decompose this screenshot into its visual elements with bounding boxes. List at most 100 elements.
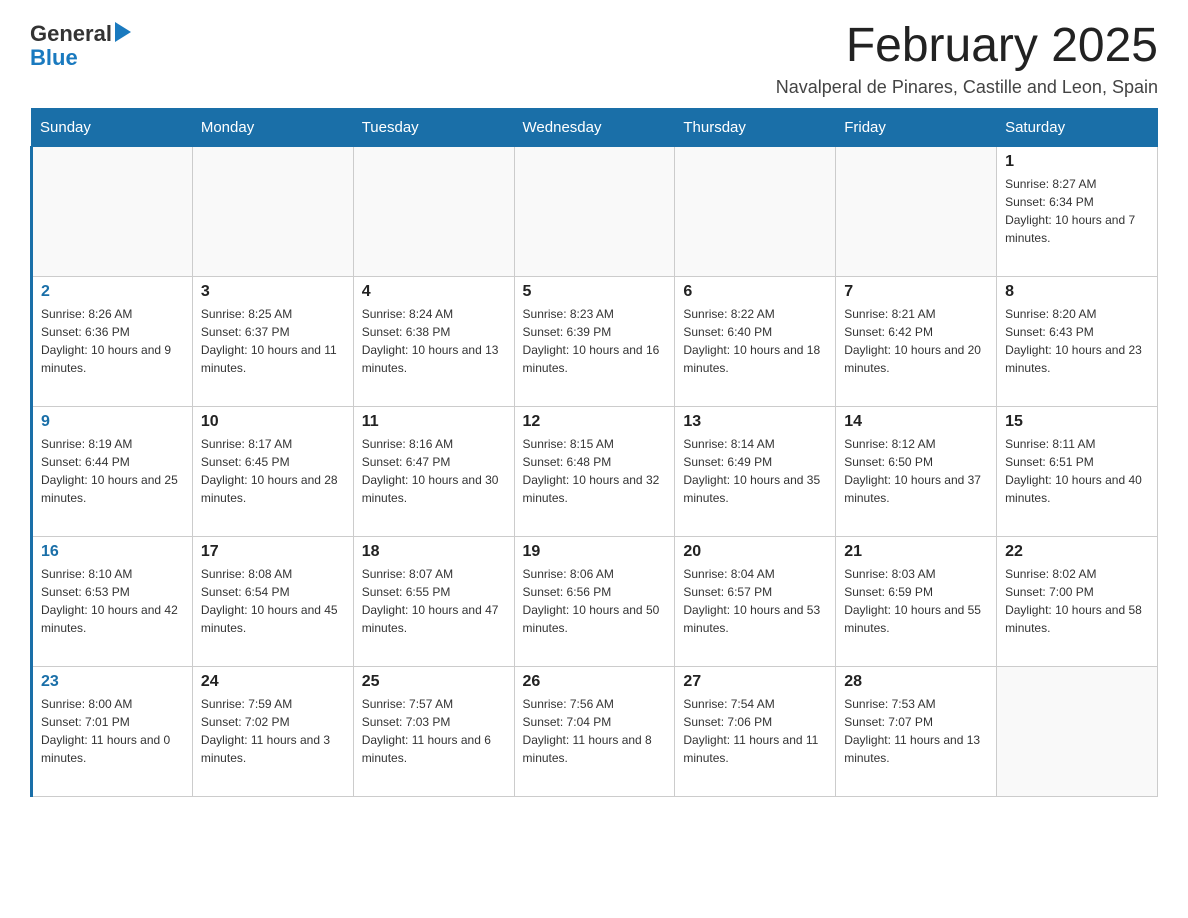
title-section: February 2025 Navalperal de Pinares, Cas… (776, 20, 1158, 98)
week-row-1: 1 Sunrise: 8:27 AMSunset: 6:34 PMDaylight… (32, 146, 1158, 276)
day-number: 1 (1005, 153, 1149, 171)
day-info: Sunrise: 8:24 AMSunset: 6:38 PMDaylight:… (362, 305, 506, 377)
day-info: Sunrise: 8:04 AMSunset: 6:57 PMDaylight:… (683, 565, 827, 637)
day-info: Sunrise: 8:06 AMSunset: 6:56 PMDaylight:… (523, 565, 667, 637)
day-info: Sunrise: 8:19 AMSunset: 6:44 PMDaylight:… (41, 435, 184, 507)
day-info: Sunrise: 8:00 AMSunset: 7:01 PMDaylight:… (41, 695, 184, 767)
calendar-cell: 13 Sunrise: 8:14 AMSunset: 6:49 PMDayligh… (675, 406, 836, 536)
day-number: 18 (362, 543, 506, 561)
day-number: 10 (201, 413, 345, 431)
day-info: Sunrise: 8:14 AMSunset: 6:49 PMDaylight:… (683, 435, 827, 507)
day-number: 20 (683, 543, 827, 561)
calendar-cell: 19 Sunrise: 8:06 AMSunset: 6:56 PMDayligh… (514, 536, 675, 666)
day-info: Sunrise: 8:21 AMSunset: 6:42 PMDaylight:… (844, 305, 988, 377)
calendar-cell: 24Sunrise: 7:59 AMSunset: 7:02 PMDayligh… (192, 666, 353, 796)
day-info: Sunrise: 7:56 AMSunset: 7:04 PMDaylight:… (523, 695, 667, 767)
calendar-cell: 7 Sunrise: 8:21 AMSunset: 6:42 PMDaylight… (836, 276, 997, 406)
day-info: Sunrise: 7:53 AMSunset: 7:07 PMDaylight:… (844, 695, 988, 767)
day-info: Sunrise: 8:08 AMSunset: 6:54 PMDaylight:… (201, 565, 345, 637)
day-info: Sunrise: 8:15 AMSunset: 6:48 PMDaylight:… (523, 435, 667, 507)
day-number: 28 (844, 673, 988, 691)
day-info: Sunrise: 8:22 AMSunset: 6:40 PMDaylight:… (683, 305, 827, 377)
page-header: General Blue February 2025 Navalperal de… (30, 20, 1158, 98)
day-number: 21 (844, 543, 988, 561)
logo-text-general: General (30, 23, 112, 45)
day-number: 27 (683, 673, 827, 691)
calendar-cell: 5Sunrise: 8:23 AMSunset: 6:39 PMDaylight… (514, 276, 675, 406)
day-number: 23 (41, 673, 184, 691)
day-info: Sunrise: 8:10 AMSunset: 6:53 PMDaylight:… (41, 565, 184, 637)
calendar-cell: 25Sunrise: 7:57 AMSunset: 7:03 PMDayligh… (353, 666, 514, 796)
logo-text-blue: Blue (30, 45, 78, 70)
calendar-cell: 27 Sunrise: 7:54 AMSunset: 7:06 PMDayligh… (675, 666, 836, 796)
calendar-header: SundayMondayTuesdayWednesdayThursdayFrid… (32, 108, 1158, 146)
day-number: 13 (683, 413, 827, 431)
day-number: 26 (523, 673, 667, 691)
day-number: 9 (41, 413, 184, 431)
day-number: 12 (523, 413, 667, 431)
day-number: 19 (523, 543, 667, 561)
day-info: Sunrise: 8:25 AMSunset: 6:37 PMDaylight:… (201, 305, 345, 377)
day-number: 5 (523, 283, 667, 301)
day-number: 25 (362, 673, 506, 691)
calendar-cell: 6 Sunrise: 8:22 AMSunset: 6:40 PMDaylight… (675, 276, 836, 406)
day-info: Sunrise: 8:26 AMSunset: 6:36 PMDaylight:… (41, 305, 184, 377)
day-number: 17 (201, 543, 345, 561)
calendar-cell: 26 Sunrise: 7:56 AMSunset: 7:04 PMDayligh… (514, 666, 675, 796)
day-header-sunday: Sunday (32, 108, 193, 146)
calendar-cell: 16 Sunrise: 8:10 AMSunset: 6:53 PMDayligh… (32, 536, 193, 666)
calendar-cell: 3 Sunrise: 8:25 AMSunset: 6:37 PMDaylight… (192, 276, 353, 406)
day-number: 2 (41, 283, 184, 301)
day-header-wednesday: Wednesday (514, 108, 675, 146)
calendar-cell: 22Sunrise: 8:02 AMSunset: 7:00 PMDayligh… (997, 536, 1158, 666)
calendar-cell: 28 Sunrise: 7:53 AMSunset: 7:07 PMDayligh… (836, 666, 997, 796)
calendar-cell (514, 146, 675, 276)
day-header-saturday: Saturday (997, 108, 1158, 146)
calendar-cell (997, 666, 1158, 796)
day-info: Sunrise: 8:27 AMSunset: 6:34 PMDaylight:… (1005, 175, 1149, 247)
day-number: 15 (1005, 413, 1149, 431)
day-info: Sunrise: 8:03 AMSunset: 6:59 PMDaylight:… (844, 565, 988, 637)
day-info: Sunrise: 7:59 AMSunset: 7:02 PMDaylight:… (201, 695, 345, 767)
week-row-3: 9 Sunrise: 8:19 AMSunset: 6:44 PMDaylight… (32, 406, 1158, 536)
day-number: 3 (201, 283, 345, 301)
calendar-body: 1 Sunrise: 8:27 AMSunset: 6:34 PMDaylight… (32, 146, 1158, 796)
day-info: Sunrise: 7:54 AMSunset: 7:06 PMDaylight:… (683, 695, 827, 767)
day-number: 22 (1005, 543, 1149, 561)
calendar-table: SundayMondayTuesdayWednesdayThursdayFrid… (30, 108, 1158, 797)
day-number: 16 (41, 543, 184, 561)
day-header-monday: Monday (192, 108, 353, 146)
days-of-week-row: SundayMondayTuesdayWednesdayThursdayFrid… (32, 108, 1158, 146)
calendar-subtitle: Navalperal de Pinares, Castille and Leon… (776, 77, 1158, 98)
calendar-cell: 11 Sunrise: 8:16 AMSunset: 6:47 PMDayligh… (353, 406, 514, 536)
day-header-tuesday: Tuesday (353, 108, 514, 146)
day-number: 7 (844, 283, 988, 301)
day-number: 11 (362, 413, 506, 431)
day-header-friday: Friday (836, 108, 997, 146)
day-info: Sunrise: 8:12 AMSunset: 6:50 PMDaylight:… (844, 435, 988, 507)
day-number: 8 (1005, 283, 1149, 301)
calendar-cell: 10Sunrise: 8:17 AMSunset: 6:45 PMDayligh… (192, 406, 353, 536)
calendar-cell: 1 Sunrise: 8:27 AMSunset: 6:34 PMDaylight… (997, 146, 1158, 276)
day-info: Sunrise: 8:07 AMSunset: 6:55 PMDaylight:… (362, 565, 506, 637)
calendar-title: February 2025 (776, 20, 1158, 73)
week-row-2: 2 Sunrise: 8:26 AMSunset: 6:36 PMDaylight… (32, 276, 1158, 406)
day-number: 6 (683, 283, 827, 301)
calendar-cell: 9 Sunrise: 8:19 AMSunset: 6:44 PMDaylight… (32, 406, 193, 536)
calendar-cell: 8Sunrise: 8:20 AMSunset: 6:43 PMDaylight… (997, 276, 1158, 406)
calendar-cell: 12 Sunrise: 8:15 AMSunset: 6:48 PMDayligh… (514, 406, 675, 536)
logo-arrow-icon (115, 22, 131, 42)
calendar-cell: 20 Sunrise: 8:04 AMSunset: 6:57 PMDayligh… (675, 536, 836, 666)
calendar-cell: 18 Sunrise: 8:07 AMSunset: 6:55 PMDayligh… (353, 536, 514, 666)
calendar-cell: 2 Sunrise: 8:26 AMSunset: 6:36 PMDaylight… (32, 276, 193, 406)
calendar-cell: 4Sunrise: 8:24 AMSunset: 6:38 PMDaylight… (353, 276, 514, 406)
week-row-5: 23 Sunrise: 8:00 AMSunset: 7:01 PMDayligh… (32, 666, 1158, 796)
day-info: Sunrise: 8:11 AMSunset: 6:51 PMDaylight:… (1005, 435, 1149, 507)
calendar-cell: 21 Sunrise: 8:03 AMSunset: 6:59 PMDayligh… (836, 536, 997, 666)
day-info: Sunrise: 8:16 AMSunset: 6:47 PMDaylight:… (362, 435, 506, 507)
logo: General Blue (30, 20, 131, 70)
calendar-cell: 14Sunrise: 8:12 AMSunset: 6:50 PMDayligh… (836, 406, 997, 536)
calendar-cell (675, 146, 836, 276)
calendar-cell (192, 146, 353, 276)
calendar-cell: 23 Sunrise: 8:00 AMSunset: 7:01 PMDayligh… (32, 666, 193, 796)
